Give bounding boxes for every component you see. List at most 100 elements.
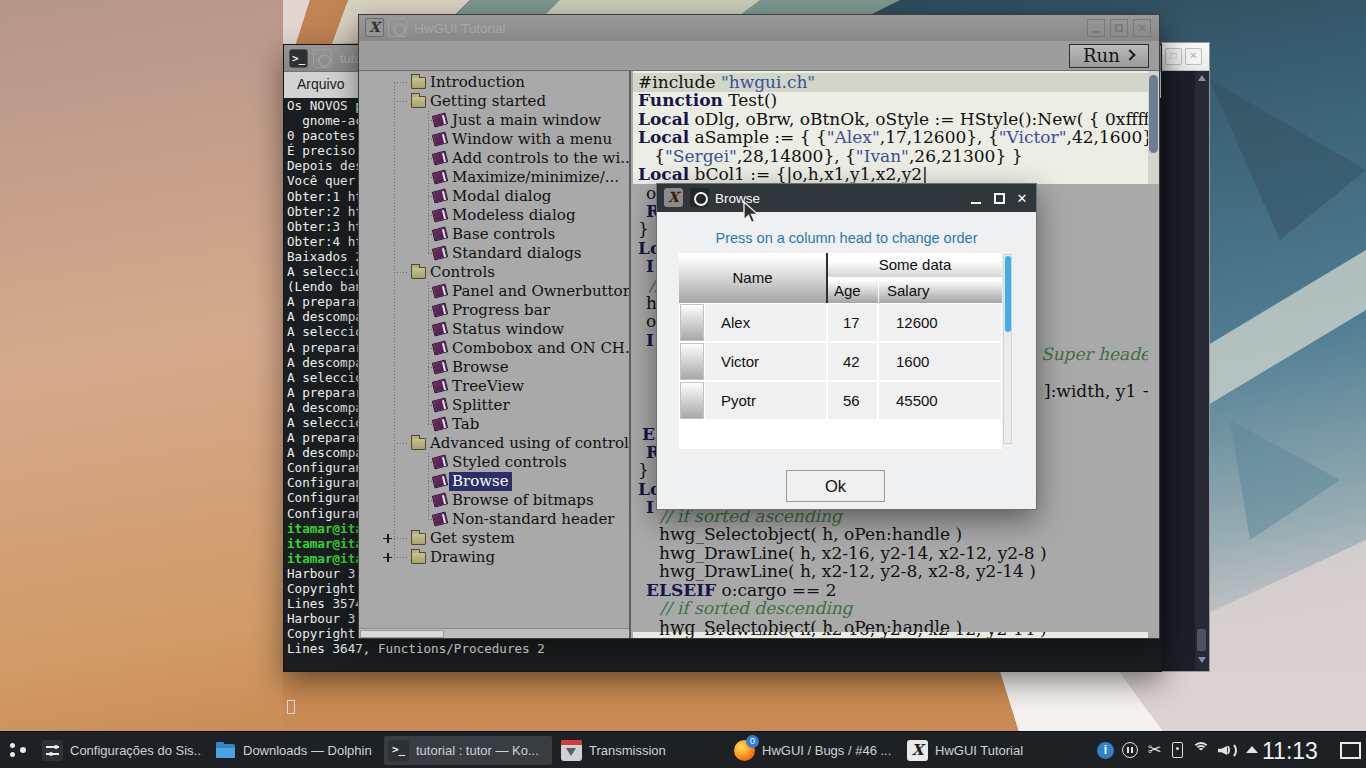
task-button[interactable]: 0HwGUI / Bugs / #46 ...	[730, 736, 898, 765]
scroll-down-icon[interactable]	[1198, 657, 1206, 663]
tray-volume-icon[interactable]	[1218, 742, 1238, 758]
cell-name[interactable]: Pyotr	[705, 382, 826, 419]
cell-salary[interactable]: 12600	[879, 304, 1001, 341]
scrollbar-thumb[interactable]	[1005, 256, 1011, 332]
tree-item[interactable]: Just a main window	[359, 111, 629, 130]
scrollbar-thumb[interactable]	[360, 630, 444, 638]
row-selector[interactable]	[680, 343, 704, 380]
close-button[interactable]: ✕	[1014, 191, 1030, 206]
expander-icon[interactable]	[383, 534, 392, 543]
tree-item[interactable]: Browse of bitmaps	[359, 491, 629, 510]
code-line: Function Test()	[638, 91, 777, 109]
task-icon transmission-icon	[561, 740, 582, 761]
task-label: tutorial : tutor — Ko...	[416, 743, 548, 758]
tree-line	[394, 101, 409, 102]
cell-age[interactable]: 42	[828, 343, 877, 380]
task-button[interactable]: >_tutorial : tutor — Ko...	[384, 736, 552, 765]
cell-age[interactable]: 17	[828, 304, 877, 341]
cell-salary[interactable]: 45500	[879, 382, 1001, 419]
tree-item[interactable]: TreeView	[359, 377, 629, 396]
show-desktop-button[interactable]	[1340, 742, 1361, 759]
table-scrollbar[interactable]	[1003, 254, 1012, 444]
column-header-salary[interactable]: Salary	[879, 278, 1002, 303]
tree-item[interactable]: Combobox and ON CH...	[359, 339, 629, 358]
xorg-icon: X	[365, 18, 384, 37]
konsole-icon: >_	[289, 49, 308, 68]
menu-item[interactable]: Arquivo	[297, 76, 344, 92]
book-icon	[432, 378, 448, 393]
tree-item-label: Modeless dialog	[452, 206, 575, 225]
cell-name[interactable]: Alex	[705, 304, 826, 341]
close-icon[interactable]: ✕	[1185, 48, 1202, 65]
code-line: o	[646, 312, 656, 330]
scrollbar-thumb[interactable]	[1149, 75, 1158, 153]
tree-item[interactable]: Drawing	[359, 548, 629, 567]
tree-item[interactable]: Styled controls	[359, 453, 629, 472]
tree-item[interactable]: Modal dialog	[359, 187, 629, 206]
column-header-age[interactable]: Age	[828, 278, 878, 303]
task-button[interactable]: Downloads — Dolphin	[211, 736, 379, 765]
expander-icon[interactable]	[383, 553, 392, 562]
tree-item[interactable]: Progress bar	[359, 301, 629, 320]
tree-item[interactable]: Non-standard header	[359, 510, 629, 529]
code-vscrollbar[interactable]	[1148, 71, 1159, 638]
code-line: ]:width, y1 +	[1044, 382, 1148, 400]
tree-item-label: Drawing	[430, 548, 495, 567]
tray-pause-icon[interactable]	[1122, 742, 1138, 758]
close-button[interactable]: ✕	[1133, 19, 1151, 37]
pin-icon[interactable]	[690, 188, 709, 207]
tree-item-label: Browse	[452, 358, 509, 377]
tray-caret-up-icon[interactable]	[1246, 746, 1258, 753]
row-selector[interactable]	[680, 382, 704, 419]
scrollbar-thumb[interactable]	[1197, 629, 1206, 651]
run-button[interactable]: Run	[1069, 44, 1149, 68]
cell-salary[interactable]: 1600	[879, 343, 1001, 380]
cell-age[interactable]: 56	[828, 382, 877, 419]
minimize-button[interactable]	[968, 191, 984, 206]
column-header-name[interactable]: Name	[679, 253, 826, 303]
hwgui-titlebar[interactable]: X HwGUI Tutorial ✕	[359, 15, 1159, 41]
dialog-titlebar[interactable]: X Browse ✕	[657, 184, 1036, 212]
tree-item[interactable]: Advanced using of controls	[359, 434, 629, 453]
app-launcher-icon[interactable]	[8, 741, 28, 759]
tree-item[interactable]: Splitter	[359, 396, 629, 415]
tree-item[interactable]: Base controls	[359, 225, 629, 244]
task-button[interactable]: Transmission	[557, 736, 725, 765]
tree-item[interactable]: Getting started	[359, 92, 629, 111]
maximize-button[interactable]: □	[1165, 48, 1182, 65]
tree-item-label: Advanced using of controls	[430, 434, 631, 453]
tree-item[interactable]: Modeless dialog	[359, 206, 629, 225]
minimize-button[interactable]	[1087, 19, 1105, 37]
tree-item[interactable]: Standard dialogs	[359, 244, 629, 263]
tree-item[interactable]: Maximize/minimize/...	[359, 168, 629, 187]
tree-item[interactable]: Add controls to the wi...	[359, 149, 629, 168]
column-header-group[interactable]: Some data	[828, 253, 1002, 277]
tree-item[interactable]: Status window	[359, 320, 629, 339]
tree-item[interactable]: Panel and Ownerbuttons	[359, 282, 629, 301]
tree-item[interactable]: Controls	[359, 263, 629, 282]
tray-device-icon[interactable]	[1172, 742, 1183, 758]
tree-item[interactable]: Window with a menu	[359, 130, 629, 149]
tray-info-icon[interactable]: i	[1097, 742, 1114, 759]
tree-item[interactable]: Browse	[359, 358, 629, 377]
tree-item-label: Panel and Ownerbuttons	[452, 282, 631, 301]
maximize-button[interactable]	[991, 191, 1007, 206]
tree-item[interactable]: Get system	[359, 529, 629, 548]
tree-item[interactable]: Browse	[359, 472, 629, 491]
tree-item[interactable]: Introduction	[359, 73, 629, 92]
scroll-up-icon[interactable]	[1198, 75, 1206, 81]
tree-hscrollbar[interactable]	[359, 628, 629, 638]
tray-wifi-icon[interactable]	[1192, 742, 1210, 756]
tray-scissors-icon[interactable]: ✂	[1148, 742, 1161, 758]
pin-icon[interactable]	[313, 49, 332, 68]
pin-icon[interactable]	[388, 18, 407, 37]
ok-button[interactable]: Ok	[786, 470, 885, 502]
cell-name[interactable]: Victor	[705, 343, 826, 380]
scrollbar[interactable]	[1195, 71, 1209, 671]
row-selector[interactable]	[680, 304, 704, 341]
tree-item[interactable]: Tab	[359, 415, 629, 434]
maximize-button[interactable]	[1110, 19, 1128, 37]
task-button[interactable]: XHwGUI Tutorial	[903, 736, 1071, 765]
clock[interactable]: 11:13	[1262, 738, 1318, 765]
task-button[interactable]: Configurações do Sis...	[38, 736, 206, 765]
